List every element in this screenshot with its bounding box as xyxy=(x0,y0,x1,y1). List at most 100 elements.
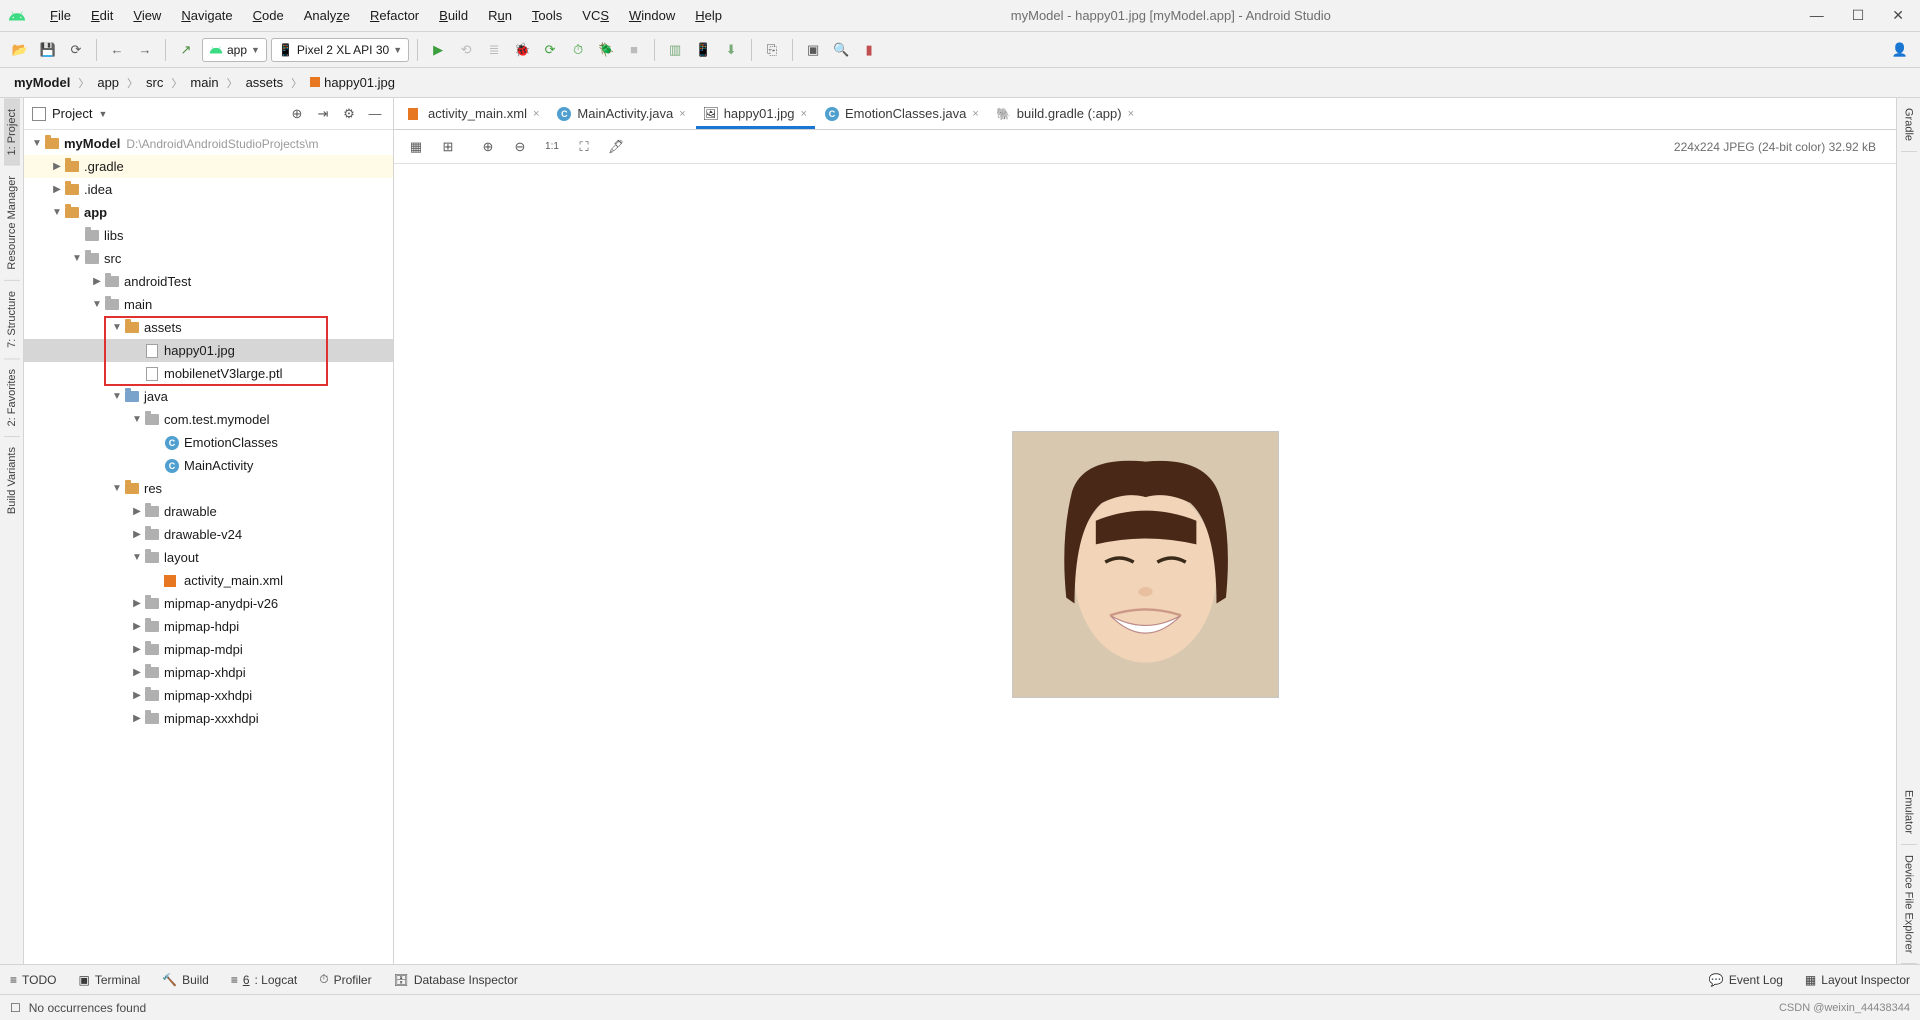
tab-mainactivity[interactable]: CMainActivity.java× xyxy=(549,101,693,129)
tree-package[interactable]: ▼com.test.mymodel xyxy=(24,408,393,431)
crumb-app[interactable]: app xyxy=(93,73,123,92)
debug-button[interactable]: 🐞 xyxy=(510,38,534,62)
color-picker-button[interactable]: 🖋 xyxy=(604,135,628,159)
tree-drawable[interactable]: ▶drawable xyxy=(24,500,393,523)
memory-indicator[interactable]: ▮ xyxy=(857,38,881,62)
git-button[interactable]: ⎘ xyxy=(760,38,784,62)
back-button[interactable]: ← xyxy=(105,38,129,62)
tab-gradle[interactable]: Gradle xyxy=(1901,98,1917,152)
tree-app[interactable]: ▼app xyxy=(24,201,393,224)
close-button[interactable]: ✕ xyxy=(1892,7,1904,24)
crumb-project[interactable]: myModel xyxy=(10,73,74,92)
tree-drawable-v24[interactable]: ▶drawable-v24 xyxy=(24,523,393,546)
tree-mipmap-mdpi[interactable]: ▶mipmap-mdpi xyxy=(24,638,393,661)
tree-res[interactable]: ▼res xyxy=(24,477,393,500)
run-button[interactable]: ▶ xyxy=(426,38,450,62)
bottom-terminal[interactable]: ▣ Terminal xyxy=(78,973,140,987)
apply-code-button[interactable]: ≣ xyxy=(482,38,506,62)
bottom-logcat[interactable]: ≡ 6: Logcat xyxy=(231,973,297,987)
tab-structure[interactable]: 7: Structure xyxy=(4,280,20,358)
tree-mobilenet[interactable]: mobilenetV3large.ptl xyxy=(24,362,393,385)
tab-device-file-explorer[interactable]: Device File Explorer xyxy=(1901,845,1917,964)
image-viewport[interactable] xyxy=(394,164,1896,964)
tree-mipmap-xhdpi[interactable]: ▶mipmap-xhdpi xyxy=(24,661,393,684)
emulator-button[interactable]: ▣ xyxy=(801,38,825,62)
avd-manager-button[interactable]: ▥ xyxy=(663,38,687,62)
minimize-button[interactable]: — xyxy=(1810,7,1824,24)
tab-favorites[interactable]: 2: Favorites xyxy=(4,358,20,436)
tab-emotionclasses[interactable]: CEmotionClasses.java× xyxy=(817,101,987,129)
zoom-out-button[interactable]: ⊖ xyxy=(508,135,532,159)
tree-mipmap-anydpi[interactable]: ▶mipmap-anydpi-v26 xyxy=(24,592,393,615)
attach-debug-button[interactable]: 🪲 xyxy=(594,38,618,62)
tree-layout[interactable]: ▼layout xyxy=(24,546,393,569)
device-manager-button[interactable]: 📱 xyxy=(691,38,715,62)
fit-button[interactable]: ⛶ xyxy=(572,135,596,159)
menu-run[interactable]: Run xyxy=(478,4,522,27)
settings-button[interactable]: ⚙ xyxy=(339,104,359,124)
tree-mainactivity[interactable]: CMainActivity xyxy=(24,454,393,477)
project-tree[interactable]: ▼myModelD:\Android\AndroidStudioProjects… xyxy=(24,130,393,964)
open-button[interactable]: 📂 xyxy=(8,38,32,62)
tree-src[interactable]: ▼src xyxy=(24,247,393,270)
tab-happy01[interactable]: 🖼happy01.jpg× xyxy=(696,101,815,129)
scroll-to-source-button[interactable]: ⊕ xyxy=(287,104,307,124)
crumb-src[interactable]: src xyxy=(142,73,167,92)
tab-project[interactable]: 1: Project xyxy=(4,98,20,165)
bottom-layout-inspector[interactable]: ▦ Layout Inspector xyxy=(1805,973,1910,987)
make-button[interactable]: ↗ xyxy=(174,38,198,62)
actual-size-button[interactable]: 1:1 xyxy=(540,135,564,159)
tree-libs[interactable]: libs xyxy=(24,224,393,247)
tab-build-gradle[interactable]: 🐘build.gradle (:app)× xyxy=(989,101,1142,129)
menu-code[interactable]: Code xyxy=(243,4,294,27)
menu-build[interactable]: Build xyxy=(429,4,478,27)
sdk-manager-button[interactable]: ⬇ xyxy=(719,38,743,62)
tree-mipmap-xxhdpi[interactable]: ▶mipmap-xxhdpi xyxy=(24,684,393,707)
tree-assets[interactable]: ▼assets xyxy=(24,316,393,339)
bottom-db-inspector[interactable]: 🗄 Database Inspector xyxy=(394,973,518,987)
menu-file[interactable]: File xyxy=(40,4,81,27)
grid-button[interactable]: ⊞ xyxy=(436,135,460,159)
toggle-bg-button[interactable]: ▦ xyxy=(404,135,428,159)
crumb-assets[interactable]: assets xyxy=(242,73,288,92)
tab-emulator[interactable]: Emulator xyxy=(1901,780,1917,845)
bottom-profiler[interactable]: ⏱ Profiler xyxy=(319,972,371,987)
tree-emotionclasses[interactable]: CEmotionClasses xyxy=(24,431,393,454)
zoom-in-button[interactable]: ⊕ xyxy=(476,135,500,159)
bottom-event-log[interactable]: 💬 Event Log xyxy=(1709,973,1783,987)
sync-button[interactable]: ⟳ xyxy=(64,38,88,62)
user-icon[interactable]: 👤 xyxy=(1888,38,1912,62)
hide-panel-button[interactable]: — xyxy=(365,104,385,124)
bottom-build[interactable]: 🔨 Build xyxy=(162,973,209,987)
forward-button[interactable]: → xyxy=(133,38,157,62)
tree-activity-main-xml[interactable]: activity_main.xml xyxy=(24,569,393,592)
run-config-combo[interactable]: app ▼ xyxy=(202,38,267,62)
save-button[interactable]: 💾 xyxy=(36,38,60,62)
crumb-file[interactable]: happy01.jpg xyxy=(306,73,399,92)
tree-root[interactable]: ▼myModelD:\Android\AndroidStudioProjects… xyxy=(24,132,393,155)
tree-mipmap-hdpi[interactable]: ▶mipmap-hdpi xyxy=(24,615,393,638)
bottom-todo[interactable]: ≡ TODO xyxy=(10,973,56,987)
tree-java[interactable]: ▼java xyxy=(24,385,393,408)
tree-gradle[interactable]: ▶.gradle xyxy=(24,155,393,178)
tree-mipmap-xxxhdpi[interactable]: ▶mipmap-xxxhdpi xyxy=(24,707,393,730)
tree-main[interactable]: ▼main xyxy=(24,293,393,316)
tree-androidtest[interactable]: ▶androidTest xyxy=(24,270,393,293)
tab-build-variants[interactable]: Build Variants xyxy=(4,436,20,524)
menu-analyze[interactable]: Analyze xyxy=(294,4,360,27)
stop-button[interactable]: ■ xyxy=(622,38,646,62)
tree-idea[interactable]: ▶.idea xyxy=(24,178,393,201)
tab-activity-main[interactable]: activity_main.xml× xyxy=(400,101,547,129)
apply-changes-button[interactable]: ⟲ xyxy=(454,38,478,62)
menu-view[interactable]: View xyxy=(123,4,171,27)
coverage-button[interactable]: ⟳ xyxy=(538,38,562,62)
tab-resource-manager[interactable]: Resource Manager xyxy=(4,165,20,280)
maximize-button[interactable]: ☐ xyxy=(1852,7,1865,24)
menu-refactor[interactable]: Refactor xyxy=(360,4,429,27)
crumb-main[interactable]: main xyxy=(186,73,222,92)
tree-happy01[interactable]: happy01.jpg xyxy=(24,339,393,362)
search-button[interactable]: 🔍 xyxy=(829,38,853,62)
profile-button[interactable]: ⏱ xyxy=(566,38,590,62)
menu-edit[interactable]: Edit xyxy=(81,4,123,27)
collapse-all-button[interactable]: ⇥ xyxy=(313,104,333,124)
